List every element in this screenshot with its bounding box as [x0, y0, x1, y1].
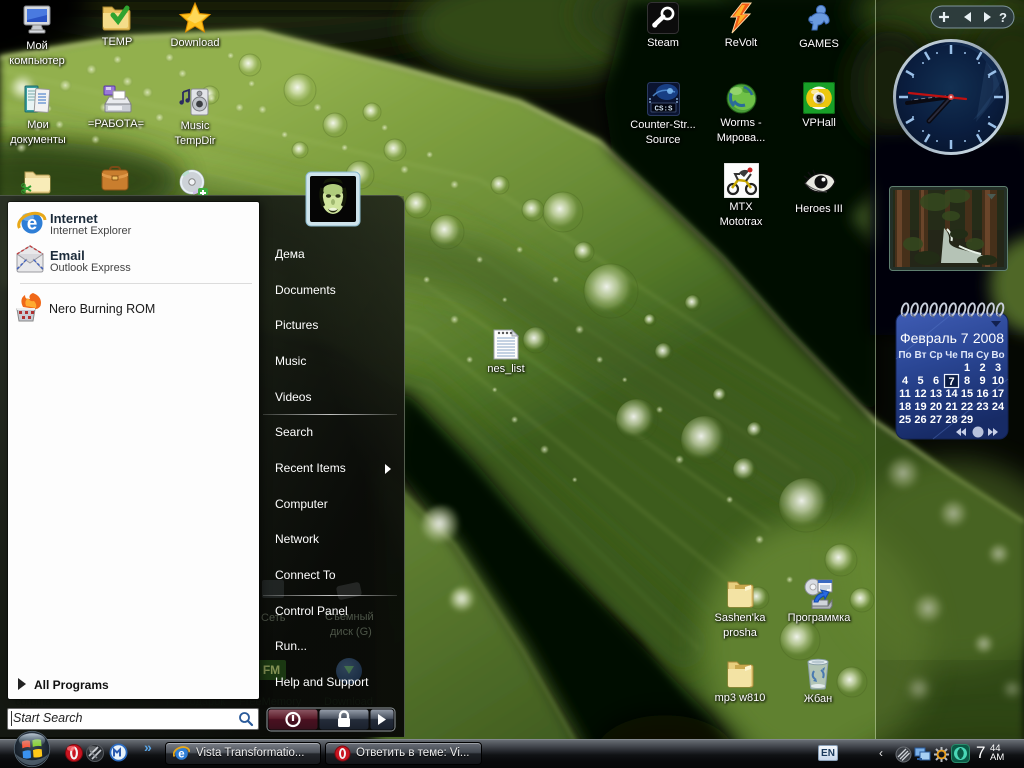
- svg-text:29: 29: [961, 414, 973, 426]
- svg-text:e: e: [27, 214, 38, 235]
- svg-text:13: 13: [930, 388, 942, 400]
- svg-text:9: 9: [816, 94, 822, 105]
- svg-text:5: 5: [917, 375, 923, 387]
- svg-text:25: 25: [899, 414, 911, 426]
- svg-text:16: 16: [976, 388, 988, 400]
- svg-text:28: 28: [945, 414, 957, 426]
- svg-text:21: 21: [945, 401, 957, 413]
- svg-text:Вт: Вт: [915, 350, 927, 361]
- svg-text:2008: 2008: [973, 330, 1004, 346]
- svg-text:Ср: Ср: [929, 350, 942, 361]
- svg-text:20: 20: [930, 401, 942, 413]
- svg-text:24: 24: [992, 401, 1005, 413]
- svg-text:По: По: [898, 350, 911, 361]
- svg-text:22: 22: [961, 401, 973, 413]
- svg-text:2: 2: [979, 362, 985, 374]
- svg-text:?: ?: [999, 10, 1007, 25]
- svg-text:14: 14: [945, 388, 958, 400]
- svg-text:17: 17: [992, 388, 1004, 400]
- svg-text:11: 11: [899, 388, 911, 400]
- svg-text:10: 10: [992, 375, 1004, 387]
- svg-text:23: 23: [976, 401, 988, 413]
- svg-text:27: 27: [930, 414, 942, 426]
- svg-text:9: 9: [979, 375, 985, 387]
- svg-text:4: 4: [902, 375, 909, 387]
- svg-text:8: 8: [964, 375, 970, 387]
- svg-text:Че: Че: [945, 350, 958, 361]
- svg-text:Пя: Пя: [960, 350, 973, 361]
- svg-text:18: 18: [899, 401, 911, 413]
- svg-text:Во: Во: [991, 350, 1004, 361]
- svg-text:26: 26: [914, 414, 926, 426]
- svg-text:CS:S: CS:S: [654, 106, 673, 114]
- svg-text:12: 12: [914, 388, 926, 400]
- svg-text:Су: Су: [976, 350, 989, 361]
- svg-text:7: 7: [948, 376, 954, 388]
- svg-text:15: 15: [961, 388, 973, 400]
- svg-text:6: 6: [933, 375, 939, 387]
- svg-text:19: 19: [914, 401, 926, 413]
- svg-text:3: 3: [995, 362, 1001, 374]
- svg-text:e: e: [178, 749, 184, 761]
- svg-text:1: 1: [964, 362, 970, 374]
- svg-text:Февраль 7: Февраль 7: [900, 330, 969, 346]
